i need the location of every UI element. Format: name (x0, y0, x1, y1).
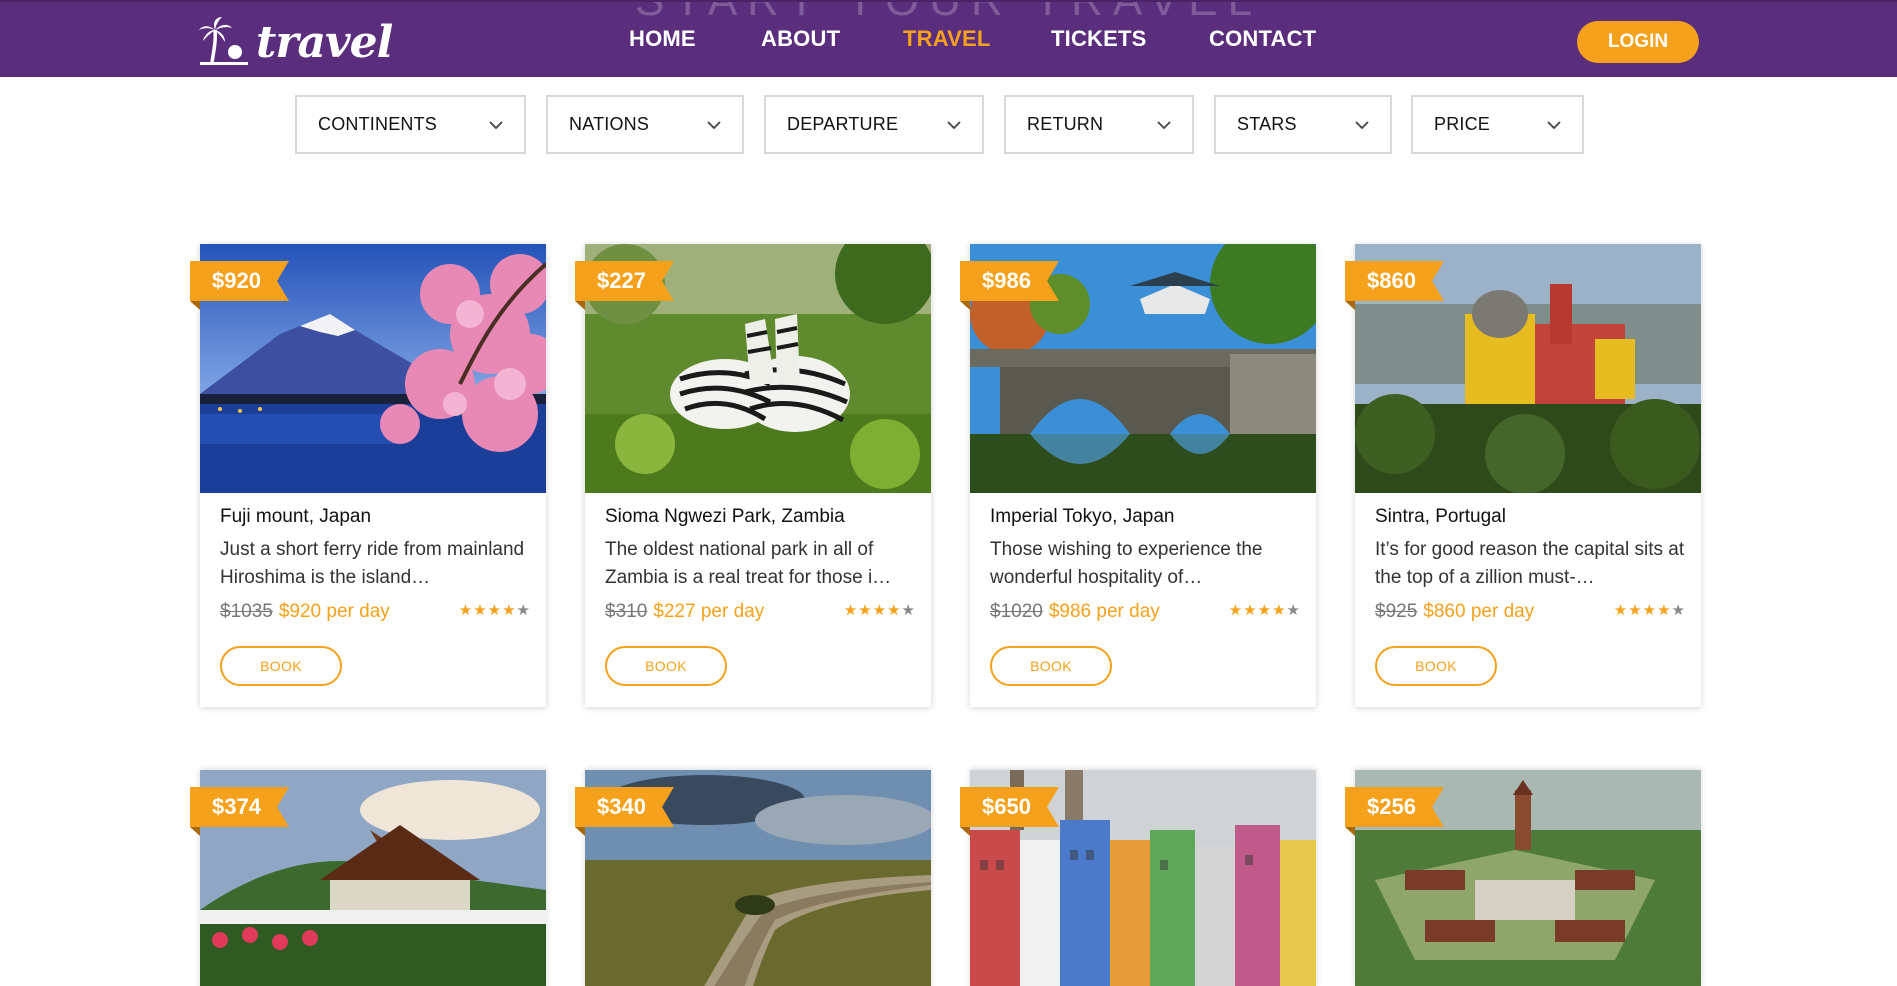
card-title: Fuji mount, Japan (220, 506, 372, 527)
star-icon: ★ (858, 602, 872, 619)
star-icon: ★ (1243, 602, 1257, 619)
star-icon: ★ (901, 602, 915, 619)
star-icon: ★ (1628, 602, 1642, 619)
star-icon: ★ (1613, 602, 1628, 619)
card-body: Sintra, Portugal It’s for good reason th… (1375, 504, 1685, 625)
star-icon: ★ (843, 602, 858, 619)
book-button[interactable]: BOOK (990, 646, 1112, 686)
destination-card[interactable]: $920 Fuji mount, Japan Just a short ferr… (190, 244, 546, 707)
card-description: The oldest national park in all of Zambi… (605, 539, 892, 588)
destination-card[interactable]: $860 Sintra, Portugal It’s for good reas… (1345, 244, 1701, 707)
book-button[interactable]: BOOK (1375, 646, 1497, 686)
new-price: $920 per day (278, 601, 390, 622)
destination-card[interactable]: $256 (1345, 770, 1701, 986)
old-price: $310 (605, 601, 648, 622)
old-price: $1020 (990, 601, 1043, 622)
star-icon: ★ (1272, 602, 1286, 619)
book-button[interactable]: BOOK (220, 646, 342, 686)
card-pricing: $1035 $920 per day ★ ★ ★ ★ ★ (220, 599, 530, 625)
rating-stars: ★ ★ ★ ★ ★ (843, 602, 915, 620)
star-icon: ★ (887, 602, 901, 619)
rating-stars: ★ ★ ★ ★ ★ (458, 602, 530, 620)
card-body: Imperial Tokyo, Japan Those wishing to e… (990, 504, 1300, 625)
card-body: Sioma Ngwezi Park, Zambia The oldest nat… (605, 504, 915, 625)
new-price: $986 per day (1048, 601, 1160, 622)
price-tag: $340 (575, 787, 674, 827)
price-tag: $860 (1345, 261, 1444, 301)
star-icon: ★ (502, 602, 516, 619)
old-price: $925 (1375, 601, 1418, 622)
card-title: Imperial Tokyo, Japan (990, 506, 1175, 527)
star-icon: ★ (458, 602, 473, 619)
price-tag: $986 (960, 261, 1059, 301)
destination-grid: $920 Fuji mount, Japan Just a short ferr… (0, 0, 1897, 986)
star-icon: ★ (473, 602, 487, 619)
rating-stars: ★ ★ ★ ★ ★ (1228, 602, 1300, 620)
star-icon: ★ (1642, 602, 1657, 619)
new-price: $227 per day (653, 601, 765, 622)
star-icon: ★ (1257, 602, 1272, 619)
card-body: Fuji mount, Japan Just a short ferry rid… (220, 504, 530, 625)
destination-card[interactable]: $986 Imperial Tokyo, Japan Those wishing… (960, 244, 1316, 707)
card-title: Sioma Ngwezi Park, Zambia (605, 506, 845, 527)
rating-stars: ★ ★ ★ ★ ★ (1613, 602, 1685, 620)
card-title: Sintra, Portugal (1375, 506, 1506, 527)
old-price: $1035 (220, 601, 273, 622)
destination-card[interactable]: $227 Sioma Ngwezi Park, Zambia The oldes… (575, 244, 931, 707)
destination-card[interactable]: $650 (960, 770, 1316, 986)
book-button[interactable]: BOOK (605, 646, 727, 686)
price-tag: $374 (190, 787, 289, 827)
new-price: $860 per day (1423, 601, 1535, 622)
price-tag: $256 (1345, 787, 1444, 827)
price-tag: $920 (190, 261, 289, 301)
destination-card[interactable]: $340 (575, 770, 931, 986)
card-description: It’s for good reason the capital sits at… (1375, 539, 1685, 588)
star-icon: ★ (1286, 602, 1300, 619)
card-pricing: $1020 $986 per day ★ ★ ★ ★ ★ (990, 599, 1300, 625)
card-description: Those wishing to experience the wonderfu… (990, 539, 1263, 588)
card-pricing: $310 $227 per day ★ ★ ★ ★ ★ (605, 599, 915, 625)
star-icon: ★ (1671, 602, 1685, 619)
star-icon: ★ (516, 602, 530, 619)
star-icon: ★ (1657, 602, 1671, 619)
card-description: Just a short ferry ride from mainland Hi… (220, 539, 525, 588)
destination-card[interactable]: $374 (190, 770, 546, 986)
star-icon: ★ (872, 602, 887, 619)
price-tag: $650 (960, 787, 1059, 827)
star-icon: ★ (1228, 602, 1243, 619)
star-icon: ★ (487, 602, 502, 619)
card-pricing: $925 $860 per day ★ ★ ★ ★ ★ (1375, 599, 1685, 625)
page: START YOUR TRAVEL travel HOME ABOUT TRAV… (0, 0, 1897, 986)
price-tag: $227 (575, 261, 674, 301)
